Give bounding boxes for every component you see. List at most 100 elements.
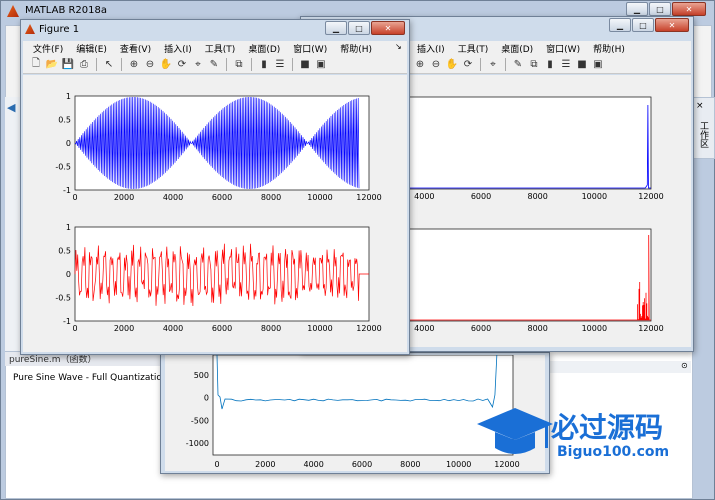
watermark-url: Biguo100.com [557, 444, 669, 460]
figure1-menu-2[interactable]: 查看(V) [120, 42, 151, 55]
y-tick-label: 0.5 [58, 116, 71, 125]
figure2-axes: 4000 6000 8000 10000 120004000 6000 8000 10000 1… [407, 75, 691, 347]
figure1-minimize-button[interactable]: ▁ [325, 21, 347, 35]
figure1-menu-1[interactable]: 编辑(E) [76, 42, 107, 55]
matlab-minimize-button[interactable]: ▁ [626, 2, 648, 16]
toolbar-separator [480, 58, 481, 71]
link-icon[interactable]: ⧉ [232, 58, 246, 72]
x-tick-label: 0 [72, 193, 77, 202]
zoom-in-icon[interactable]: ⊕ [413, 58, 427, 72]
expand-details-icon[interactable]: ⊙ [681, 361, 688, 370]
watermark-brand: 必过源码 [551, 406, 663, 446]
figure1-menu-5[interactable]: 桌面(D) [248, 42, 280, 55]
figure1-menu-6[interactable]: 窗口(W) [293, 42, 327, 55]
x-tick-label: 10000 [446, 460, 471, 469]
open-icon[interactable]: 📂 [45, 58, 59, 72]
x-tick-label: 2000 [114, 324, 134, 333]
back-arrow-icon[interactable]: ◀ [7, 101, 15, 114]
x-tick-label: 0 [214, 460, 219, 469]
y-tick-label: 500 [194, 371, 209, 380]
y-tick-label: 0 [204, 394, 209, 403]
x-tick-label: 4000 [163, 324, 183, 333]
toolbar-separator [121, 58, 122, 71]
figure2-menu-2[interactable]: 桌面(D) [501, 42, 533, 55]
hide-plot-icon[interactable]: ■ [575, 58, 589, 72]
figure1-bottom-plot [75, 227, 369, 321]
save-icon[interactable]: 💾 [61, 58, 75, 72]
figure1-menu-3[interactable]: 插入(I) [164, 42, 192, 55]
x-tick-label: 2000 [114, 193, 134, 202]
x-tick-label: 12000 [356, 324, 381, 333]
figure1-client: 1 0.5 0 -0.5 -1 1 0.5 0 -0.5 -1 0 2000 4000 6000 8000 1… [23, 75, 407, 352]
figure2-close-button[interactable]: ✕ [655, 18, 689, 32]
file-description: Pure Sine Wave - Full Quantization [13, 373, 168, 383]
colorbar-icon[interactable]: ▮ [257, 58, 271, 72]
figure2-menu-4[interactable]: 帮助(H) [593, 42, 625, 55]
x-tick-label: 10000 [307, 193, 332, 202]
x-tick-label: 4000 [414, 192, 434, 201]
graduation-cap-icon [475, 402, 555, 468]
pan-icon[interactable]: ✋ [159, 58, 173, 72]
y-tick-label: 1 [66, 92, 71, 101]
brush-icon[interactable]: ✎ [511, 58, 525, 72]
hide-plot-icon[interactable]: ■ [298, 58, 312, 72]
zoom-in-icon[interactable]: ⊕ [127, 58, 141, 72]
datatip-icon[interactable]: ⌖ [486, 58, 500, 72]
matlab-maximize-button[interactable]: □ [649, 2, 671, 16]
matlab-left-strip [5, 97, 21, 357]
figure1-menu-0[interactable]: 文件(F) [33, 42, 63, 55]
toolbar-separator [251, 58, 252, 71]
figure2-bottom-plot [407, 229, 651, 321]
zoom-out-icon[interactable]: ⊖ [143, 58, 157, 72]
pointer-icon[interactable]: ↖ [102, 58, 116, 72]
x-tick-label: 8000 [527, 324, 547, 333]
figure2-menu-0[interactable]: 插入(I) [417, 42, 445, 55]
figure1-close-button[interactable]: ✕ [371, 21, 405, 35]
y-tick-label: 0 [66, 270, 71, 279]
legend-icon[interactable]: ☰ [273, 58, 287, 72]
figure1-axes: 10.50-0.5-110.50-0.5-10 2000 4000 6000 8000 1… [23, 75, 407, 352]
y-tick-label: -500 [191, 416, 209, 425]
x-tick-label: 8000 [400, 460, 420, 469]
show-plot-icon[interactable]: ▣ [591, 58, 605, 72]
y-tick-label: -1 [63, 186, 71, 195]
x-tick-label: 6000 [352, 460, 372, 469]
figure1-titlebar[interactable]: Figure 1 ▁ □ ✕ [21, 20, 409, 42]
rotate-icon[interactable]: ⟳ [175, 58, 189, 72]
figure2-maximize-button[interactable]: □ [632, 18, 654, 32]
brush-icon[interactable]: ✎ [207, 58, 221, 72]
figure1-maximize-button[interactable]: □ [348, 21, 370, 35]
legend-icon[interactable]: ☰ [559, 58, 573, 72]
menu-dock-icon[interactable]: ↘ [395, 42, 402, 51]
matlab-close-button[interactable]: ✕ [672, 2, 706, 16]
y-tick-label: -1000 [186, 439, 209, 448]
new-icon[interactable]: 🗋 [29, 58, 43, 72]
x-tick-label: 6000 [212, 193, 232, 202]
link-icon[interactable]: ⧉ [527, 58, 541, 72]
figure2-menu-1[interactable]: 工具(T) [458, 42, 489, 55]
figure2-minimize-button[interactable]: ▁ [609, 18, 631, 32]
figure2-top-plot [407, 97, 651, 189]
show-plot-icon[interactable]: ▣ [314, 58, 328, 72]
x-tick-label: 8000 [261, 193, 281, 202]
y-tick-label: -1 [63, 317, 71, 326]
workspace-tab[interactable]: 工作区 [696, 121, 710, 148]
figure2-menu-3[interactable]: 窗口(W) [546, 42, 580, 55]
toolbar-separator [226, 58, 227, 71]
pan-icon[interactable]: ✋ [445, 58, 459, 72]
figure1-title: Figure 1 [39, 24, 79, 35]
x-tick-label: 4000 [163, 193, 183, 202]
datatip-icon[interactable]: ⌖ [191, 58, 205, 72]
rotate-icon[interactable]: ⟳ [461, 58, 475, 72]
figure3-plot-area [213, 355, 513, 455]
close-small-icon[interactable]: × [696, 101, 704, 111]
colorbar-icon[interactable]: ▮ [543, 58, 557, 72]
print-icon[interactable]: ⎙ [77, 58, 91, 72]
details-right-header [549, 361, 691, 373]
figure1-menu-4[interactable]: 工具(T) [205, 42, 236, 55]
zoom-out-icon[interactable]: ⊖ [429, 58, 443, 72]
toolbar-separator [505, 58, 506, 71]
matlab-logo-icon [7, 5, 19, 17]
x-tick-label: 12000 [638, 324, 663, 333]
figure1-menu-7[interactable]: 帮助(H) [340, 42, 372, 55]
